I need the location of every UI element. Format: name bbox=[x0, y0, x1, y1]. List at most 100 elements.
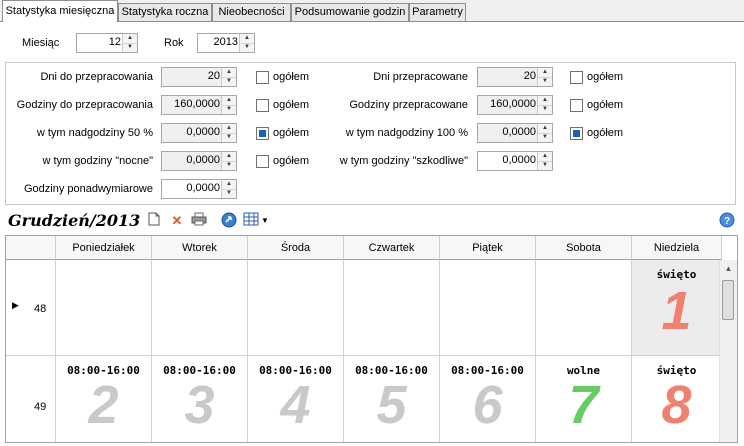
days-to-work-checkbox[interactable] bbox=[256, 71, 269, 84]
week-number: 49 bbox=[34, 401, 47, 413]
spin-down-icon[interactable]: ▼ bbox=[222, 133, 236, 142]
spin-down-icon[interactable]: ▼ bbox=[123, 43, 137, 52]
day-header-tuesday[interactable]: Wtorek bbox=[152, 236, 248, 260]
spin-down-icon[interactable]: ▼ bbox=[222, 161, 236, 170]
hours-to-work-check-label: ogółem bbox=[273, 99, 310, 111]
extra-hours-value: 0,0000 bbox=[186, 182, 220, 194]
hours-to-work-spinner[interactable]: 160,0000 ▲ ▼ bbox=[161, 95, 237, 115]
day-cell[interactable] bbox=[344, 260, 440, 356]
month-value: 12 bbox=[108, 36, 121, 48]
week-row-header[interactable]: ▶ 48 bbox=[6, 260, 56, 356]
day-header-saturday[interactable]: Sobota bbox=[536, 236, 632, 260]
delete-icon[interactable]: ✕ bbox=[168, 212, 186, 230]
day-cell-saturday[interactable]: wolne 7 bbox=[536, 356, 632, 442]
extra-hours-spinner[interactable]: 0,0000 ▲ ▼ bbox=[161, 179, 237, 199]
svg-text:?: ? bbox=[724, 216, 730, 227]
day-header-monday[interactable]: Poniedziałek bbox=[56, 236, 152, 260]
day-cell[interactable]: 08:00-16:00 5 bbox=[344, 356, 440, 442]
days-worked-label: Dni przepracowane bbox=[373, 71, 468, 83]
spin-down-icon[interactable]: ▼ bbox=[538, 77, 552, 86]
day-cell[interactable]: 08:00-16:00 4 bbox=[248, 356, 344, 442]
overtime50-value: 0,0000 bbox=[186, 126, 220, 138]
calendar-grid: Poniedziałek Wtorek Środa Czwartek Piąte… bbox=[5, 235, 738, 443]
grid-icon[interactable] bbox=[242, 212, 260, 230]
overtime100-check-label: ogółem bbox=[587, 127, 624, 139]
month-label: Miesiąc bbox=[22, 37, 60, 49]
spin-down-icon[interactable]: ▼ bbox=[222, 77, 236, 86]
dropdown-icon[interactable]: ▼ bbox=[260, 212, 270, 230]
day-cell[interactable] bbox=[536, 260, 632, 356]
days-to-work-label: Dni do przepracowania bbox=[40, 71, 153, 83]
day-number: 2 bbox=[88, 375, 119, 435]
night-hours-label: w tym godziny "nocne" bbox=[42, 155, 153, 167]
month-spinner[interactable]: 12 ▲ ▼ bbox=[76, 33, 138, 53]
harmful-hours-value: 0,0000 bbox=[502, 154, 536, 166]
overtime100-spinner[interactable]: 0,0000 ▲ ▼ bbox=[477, 123, 553, 143]
day-header-wednesday[interactable]: Środa bbox=[248, 236, 344, 260]
spin-down-icon[interactable]: ▼ bbox=[222, 105, 236, 114]
day-cell[interactable] bbox=[152, 260, 248, 356]
day-cell[interactable] bbox=[56, 260, 152, 356]
help-icon[interactable]: ? bbox=[718, 212, 736, 230]
night-hours-spinner[interactable]: 0,0000 ▲ ▼ bbox=[161, 151, 237, 171]
spin-down-icon[interactable]: ▼ bbox=[538, 161, 552, 170]
night-hours-value: 0,0000 bbox=[186, 154, 220, 166]
vertical-scrollbar[interactable]: ▲ bbox=[719, 260, 737, 442]
harmful-hours-spinner[interactable]: 0,0000 ▲ ▼ bbox=[477, 151, 553, 171]
day-cell[interactable] bbox=[440, 260, 536, 356]
spin-down-icon[interactable]: ▼ bbox=[240, 43, 254, 52]
day-cell[interactable] bbox=[248, 260, 344, 356]
spin-down-icon[interactable]: ▼ bbox=[538, 133, 552, 142]
day-number: 4 bbox=[280, 375, 311, 435]
day-header-friday[interactable]: Piątek bbox=[440, 236, 536, 260]
overtime50-check-label: ogółem bbox=[273, 127, 310, 139]
hours-to-work-checkbox[interactable] bbox=[256, 99, 269, 112]
hours-worked-label: Godziny przepracowane bbox=[349, 99, 468, 111]
tab-monthly-stats[interactable]: Statystyka miesięczna bbox=[2, 0, 118, 22]
days-worked-value: 20 bbox=[523, 70, 536, 82]
day-number: 5 bbox=[376, 375, 407, 435]
tab-yearly-stats[interactable]: Statystyka roczna bbox=[118, 3, 212, 21]
spin-down-icon[interactable]: ▼ bbox=[538, 105, 552, 114]
new-document-icon[interactable] bbox=[145, 212, 163, 230]
week-row-header[interactable]: 49 bbox=[6, 356, 56, 442]
print-icon[interactable] bbox=[190, 212, 208, 230]
day-cell[interactable]: 08:00-16:00 3 bbox=[152, 356, 248, 442]
tab-hours-summary[interactable]: Podsumowanie godzin bbox=[291, 3, 409, 21]
current-row-arrow-icon: ▶ bbox=[12, 300, 19, 310]
tab-parameters[interactable]: Parametry bbox=[409, 3, 466, 21]
overtime50-checkbox[interactable] bbox=[256, 127, 269, 140]
days-worked-checkbox[interactable] bbox=[570, 71, 583, 84]
year-spinner[interactable]: 2013 ▲ ▼ bbox=[197, 33, 255, 53]
day-cell-holiday[interactable]: święto 8 bbox=[632, 356, 722, 442]
day-number: 8 bbox=[661, 375, 692, 435]
days-worked-check-label: ogółem bbox=[587, 71, 624, 83]
year-value: 2013 bbox=[213, 36, 238, 48]
night-hours-checkbox[interactable] bbox=[256, 155, 269, 168]
year-label: Rok bbox=[164, 37, 184, 49]
days-worked-spinner[interactable]: 20 ▲ ▼ bbox=[477, 67, 553, 87]
hours-to-work-value: 160,0000 bbox=[174, 98, 220, 110]
day-header-sunday[interactable]: Niedziela bbox=[632, 236, 722, 260]
scroll-up-icon[interactable]: ▲ bbox=[720, 260, 737, 277]
day-number: 1 bbox=[661, 281, 692, 341]
spin-down-icon[interactable]: ▼ bbox=[222, 189, 236, 198]
night-hours-check-label: ogółem bbox=[273, 155, 310, 167]
day-number: 6 bbox=[472, 375, 503, 435]
hours-worked-checkbox[interactable] bbox=[570, 99, 583, 112]
days-to-work-value: 20 bbox=[207, 70, 220, 82]
refresh-icon[interactable] bbox=[220, 212, 238, 230]
overtime100-checkbox[interactable] bbox=[570, 127, 583, 140]
calendar-title: Grudzień/2013 bbox=[8, 211, 141, 230]
hours-worked-spinner[interactable]: 160,0000 ▲ ▼ bbox=[477, 95, 553, 115]
day-header-thursday[interactable]: Czwartek bbox=[344, 236, 440, 260]
days-to-work-spinner[interactable]: 20 ▲ ▼ bbox=[161, 67, 237, 87]
hours-worked-value: 160,0000 bbox=[490, 98, 536, 110]
overtime50-spinner[interactable]: 0,0000 ▲ ▼ bbox=[161, 123, 237, 143]
tab-absences[interactable]: Nieobecności bbox=[212, 3, 291, 21]
day-cell[interactable]: 08:00-16:00 6 bbox=[440, 356, 536, 442]
day-cell-holiday[interactable]: święto 1 bbox=[632, 260, 722, 356]
day-number: 3 bbox=[184, 375, 215, 435]
scrollbar-thumb[interactable] bbox=[722, 280, 734, 320]
day-cell[interactable]: 08:00-16:00 2 bbox=[56, 356, 152, 442]
